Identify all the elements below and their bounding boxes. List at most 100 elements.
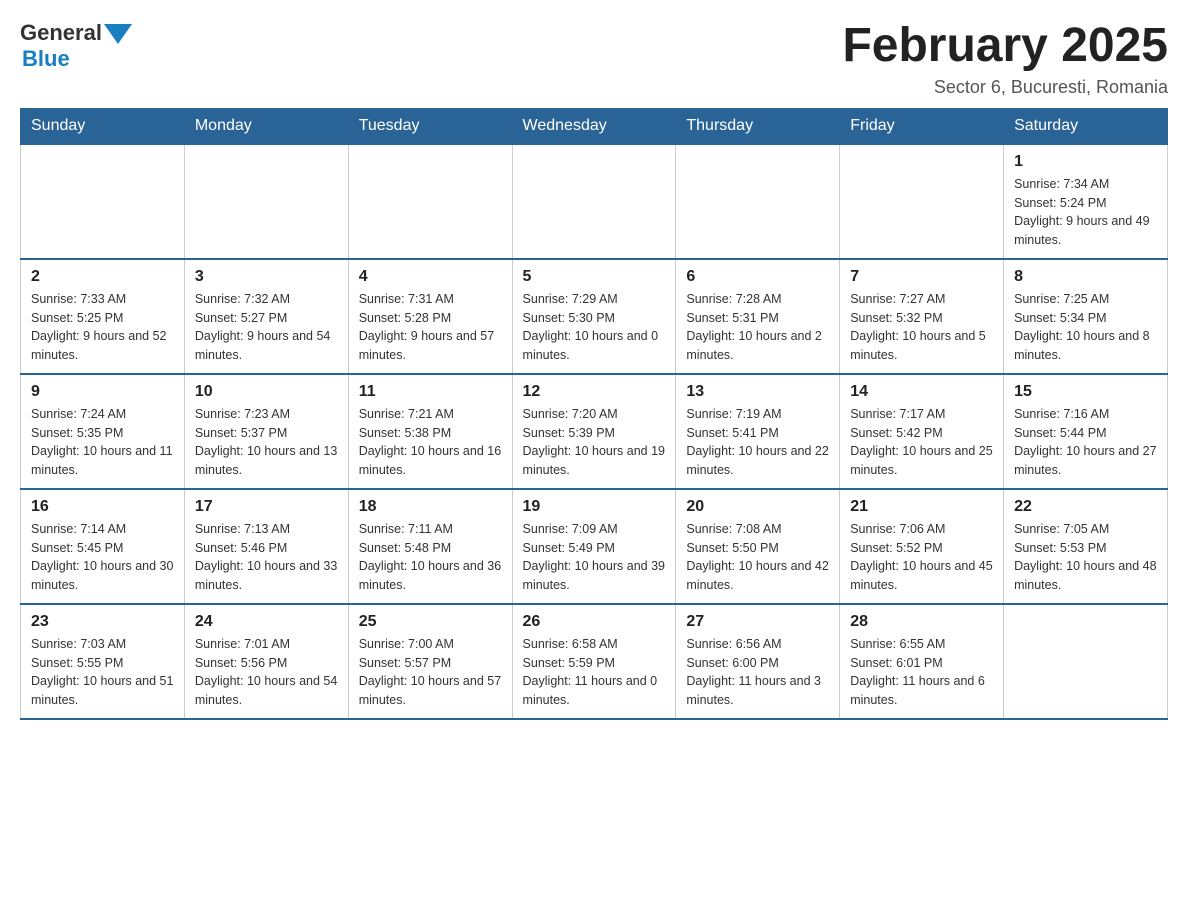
day-number: 2	[31, 268, 174, 286]
calendar-cell	[21, 144, 185, 259]
calendar-cell: 2 Sunrise: 7:33 AMSunset: 5:25 PMDaylight…	[21, 259, 185, 374]
calendar-cell: 1Sunrise: 7:34 AMSunset: 5:24 PMDaylight…	[1004, 144, 1168, 259]
calendar-cell	[676, 144, 840, 259]
day-info: Sunrise: 7:19 AMSunset: 5:41 PMDaylight:…	[686, 405, 829, 480]
day-number: 13	[686, 383, 829, 401]
calendar-week-row: 16 Sunrise: 7:14 AMSunset: 5:45 PMDayligh…	[21, 489, 1168, 604]
day-number: 26	[523, 613, 666, 631]
logo: General Blue	[20, 20, 132, 72]
day-info: Sunrise: 7:01 AMSunset: 5:56 PMDaylight:…	[195, 635, 338, 710]
day-number: 4	[359, 268, 502, 286]
calendar-cell	[840, 144, 1004, 259]
day-info: Sunrise: 7:09 AMSunset: 5:49 PMDaylight:…	[523, 520, 666, 595]
day-number: 15	[1014, 383, 1157, 401]
day-number: 10	[195, 383, 338, 401]
day-number: 5	[523, 268, 666, 286]
day-number: 20	[686, 498, 829, 516]
calendar-cell: 8 Sunrise: 7:25 AMSunset: 5:34 PMDaylight…	[1004, 259, 1168, 374]
day-info: Sunrise: 7:08 AMSunset: 5:50 PMDaylight:…	[686, 520, 829, 595]
title-section: February 2025 Sector 6, Bucuresti, Roman…	[842, 20, 1168, 98]
logo-general-text: General	[20, 20, 102, 46]
day-info: Sunrise: 7:34 AMSunset: 5:24 PMDaylight:…	[1014, 175, 1157, 250]
logo-blue-part	[102, 22, 132, 44]
day-number: 23	[31, 613, 174, 631]
day-number: 7	[850, 268, 993, 286]
calendar-cell: 21 Sunrise: 7:06 AMSunset: 5:52 PMDayligh…	[840, 489, 1004, 604]
calendar-cell: 13 Sunrise: 7:19 AMSunset: 5:41 PMDayligh…	[676, 374, 840, 489]
day-info: Sunrise: 7:29 AMSunset: 5:30 PMDaylight:…	[523, 290, 666, 365]
calendar-cell: 28Sunrise: 6:55 AMSunset: 6:01 PMDayligh…	[840, 604, 1004, 719]
day-number: 9	[31, 383, 174, 401]
calendar-day-header: Monday	[184, 108, 348, 144]
day-number: 27	[686, 613, 829, 631]
calendar-cell	[348, 144, 512, 259]
day-info: Sunrise: 7:32 AMSunset: 5:27 PMDaylight:…	[195, 290, 338, 365]
calendar-cell	[1004, 604, 1168, 719]
day-number: 25	[359, 613, 502, 631]
day-info: Sunrise: 7:23 AMSunset: 5:37 PMDaylight:…	[195, 405, 338, 480]
calendar-week-row: 23 Sunrise: 7:03 AMSunset: 5:55 PMDayligh…	[21, 604, 1168, 719]
calendar-week-row: 2 Sunrise: 7:33 AMSunset: 5:25 PMDaylight…	[21, 259, 1168, 374]
calendar-header-row: SundayMondayTuesdayWednesdayThursdayFrid…	[21, 108, 1168, 144]
calendar-cell: 14 Sunrise: 7:17 AMSunset: 5:42 PMDayligh…	[840, 374, 1004, 489]
calendar-cell: 26 Sunrise: 6:58 AMSunset: 5:59 PMDayligh…	[512, 604, 676, 719]
logo-blue-text: Blue	[22, 46, 70, 72]
day-number: 19	[523, 498, 666, 516]
calendar-cell: 23 Sunrise: 7:03 AMSunset: 5:55 PMDayligh…	[21, 604, 185, 719]
calendar-cell: 6Sunrise: 7:28 AMSunset: 5:31 PMDaylight…	[676, 259, 840, 374]
calendar-day-header: Friday	[840, 108, 1004, 144]
day-info: Sunrise: 7:31 AMSunset: 5:28 PMDaylight:…	[359, 290, 502, 365]
day-info: Sunrise: 7:03 AMSunset: 5:55 PMDaylight:…	[31, 635, 174, 710]
day-info: Sunrise: 7:00 AMSunset: 5:57 PMDaylight:…	[359, 635, 502, 710]
calendar-cell: 22Sunrise: 7:05 AMSunset: 5:53 PMDayligh…	[1004, 489, 1168, 604]
day-number: 17	[195, 498, 338, 516]
day-info: Sunrise: 7:28 AMSunset: 5:31 PMDaylight:…	[686, 290, 829, 365]
calendar-cell	[512, 144, 676, 259]
calendar-cell: 20 Sunrise: 7:08 AMSunset: 5:50 PMDayligh…	[676, 489, 840, 604]
calendar-cell: 25 Sunrise: 7:00 AMSunset: 5:57 PMDayligh…	[348, 604, 512, 719]
calendar-cell: 27 Sunrise: 6:56 AMSunset: 6:00 PMDayligh…	[676, 604, 840, 719]
day-number: 12	[523, 383, 666, 401]
day-info: Sunrise: 6:58 AMSunset: 5:59 PMDaylight:…	[523, 635, 666, 710]
day-number: 18	[359, 498, 502, 516]
day-number: 11	[359, 383, 502, 401]
day-info: Sunrise: 7:05 AMSunset: 5:53 PMDaylight:…	[1014, 520, 1157, 595]
month-year-title: February 2025	[842, 20, 1168, 73]
calendar-day-header: Tuesday	[348, 108, 512, 144]
day-info: Sunrise: 7:25 AMSunset: 5:34 PMDaylight:…	[1014, 290, 1157, 365]
day-info: Sunrise: 7:16 AMSunset: 5:44 PMDaylight:…	[1014, 405, 1157, 480]
day-number: 16	[31, 498, 174, 516]
page-header: General Blue February 2025 Sector 6, Buc…	[20, 20, 1168, 98]
day-info: Sunrise: 7:14 AMSunset: 5:45 PMDaylight:…	[31, 520, 174, 595]
calendar-day-header: Wednesday	[512, 108, 676, 144]
day-info: Sunrise: 6:56 AMSunset: 6:00 PMDaylight:…	[686, 635, 829, 710]
day-info: Sunrise: 7:17 AMSunset: 5:42 PMDaylight:…	[850, 405, 993, 480]
calendar-cell: 10 Sunrise: 7:23 AMSunset: 5:37 PMDayligh…	[184, 374, 348, 489]
calendar-cell: 7 Sunrise: 7:27 AMSunset: 5:32 PMDaylight…	[840, 259, 1004, 374]
day-info: Sunrise: 7:20 AMSunset: 5:39 PMDaylight:…	[523, 405, 666, 480]
calendar-week-row: 9 Sunrise: 7:24 AMSunset: 5:35 PMDaylight…	[21, 374, 1168, 489]
calendar-day-header: Thursday	[676, 108, 840, 144]
calendar-day-header: Sunday	[21, 108, 185, 144]
day-number: 14	[850, 383, 993, 401]
calendar-cell: 15 Sunrise: 7:16 AMSunset: 5:44 PMDayligh…	[1004, 374, 1168, 489]
calendar-cell: 18Sunrise: 7:11 AMSunset: 5:48 PMDayligh…	[348, 489, 512, 604]
logo-triangle-icon	[104, 24, 132, 44]
calendar-cell	[184, 144, 348, 259]
day-number: 24	[195, 613, 338, 631]
day-number: 8	[1014, 268, 1157, 286]
day-info: Sunrise: 7:27 AMSunset: 5:32 PMDaylight:…	[850, 290, 993, 365]
day-number: 21	[850, 498, 993, 516]
calendar-cell: 3Sunrise: 7:32 AMSunset: 5:27 PMDaylight…	[184, 259, 348, 374]
calendar-cell: 16 Sunrise: 7:14 AMSunset: 5:45 PMDayligh…	[21, 489, 185, 604]
calendar-cell: 5 Sunrise: 7:29 AMSunset: 5:30 PMDaylight…	[512, 259, 676, 374]
day-number: 28	[850, 613, 993, 631]
day-info: Sunrise: 7:24 AMSunset: 5:35 PMDaylight:…	[31, 405, 174, 480]
calendar-cell: 11Sunrise: 7:21 AMSunset: 5:38 PMDayligh…	[348, 374, 512, 489]
calendar-cell: 24 Sunrise: 7:01 AMSunset: 5:56 PMDayligh…	[184, 604, 348, 719]
day-info: Sunrise: 7:33 AMSunset: 5:25 PMDaylight:…	[31, 290, 174, 365]
calendar-table: SundayMondayTuesdayWednesdayThursdayFrid…	[20, 108, 1168, 720]
calendar-cell: 9 Sunrise: 7:24 AMSunset: 5:35 PMDaylight…	[21, 374, 185, 489]
calendar-day-header: Saturday	[1004, 108, 1168, 144]
day-info: Sunrise: 7:06 AMSunset: 5:52 PMDaylight:…	[850, 520, 993, 595]
